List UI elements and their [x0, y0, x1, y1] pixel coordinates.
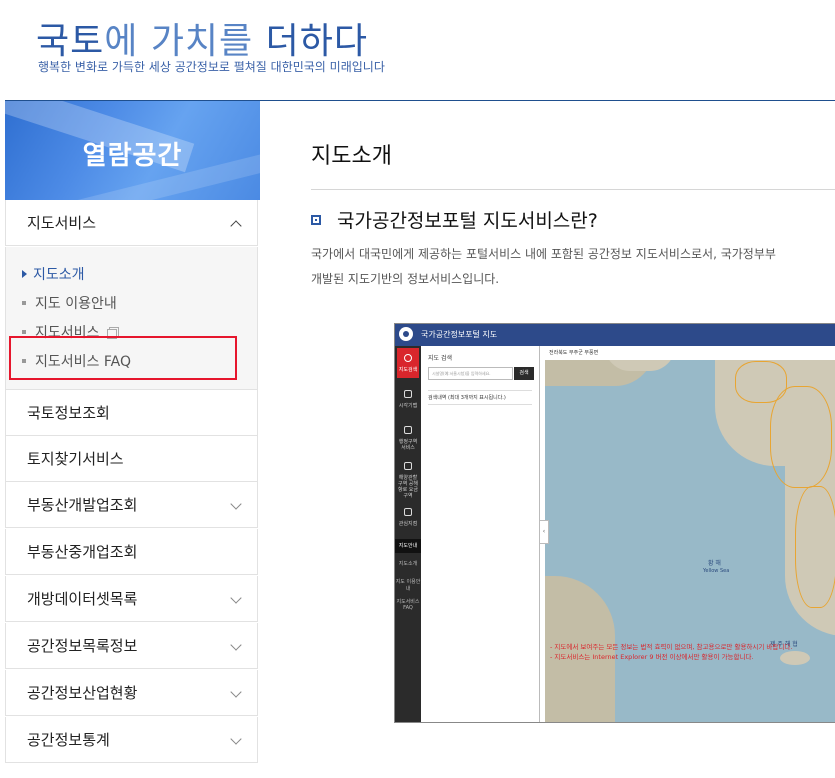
rail-link: 지도소개	[398, 561, 418, 567]
sidebar-item-label: 국토정보조회	[27, 404, 110, 422]
screenshot-search-button: 검색	[514, 367, 534, 380]
rail-label: 시각기맵	[398, 403, 418, 409]
sidebar-title: 열람공간	[82, 141, 183, 171]
sidebar-item-map-service[interactable]: 지도서비스	[5, 200, 258, 246]
rail-link: 지도안내	[395, 539, 421, 553]
screenshot-search-panel: 지도 검색 시설명(예:서울시청)을 입력하세요. 검색 검색내역 (최대 3개…	[421, 346, 540, 722]
rail-button: 해양관할구역 공해항로 요금구역	[397, 456, 419, 499]
rail-link: 지도서비스 FAQ	[396, 599, 420, 611]
paragraph-line: 국가에서 대국민에게 제공하는 포털서비스 내에 포함된 공간정보 지도서비스로…	[311, 247, 776, 261]
slogan-subline: 행복한 변화로 가득한 세상 공간정보로 펼쳐질 대한민국의 미래입니다	[38, 60, 385, 74]
slogan-part2: 에 가치를	[104, 21, 266, 62]
sidebar: 열람공간 지도서비스 지도소개 지도 이용안내 지도서비스 지도서비스 FAQ …	[5, 101, 260, 778]
sea-label-en: Yellow Sea	[703, 568, 730, 574]
submenu-item-map-intro[interactable]: 지도소개	[22, 264, 85, 284]
rail-label: 지도검색	[398, 367, 418, 373]
plane-icon	[404, 462, 412, 470]
screenshot-rail: 지도검색 시각기맵 행정구역서비스 해양관할구역 공해항로 요금구역 관심지점 …	[395, 346, 421, 722]
chevron-down-icon	[231, 688, 241, 698]
slogan-part3: 더하다	[265, 21, 368, 62]
sidebar-item-open-datasets[interactable]: 개방데이터셋목록	[5, 576, 258, 622]
site-slogan: 국토에 가치를 더하다	[36, 12, 368, 64]
page-title: 지도소개	[311, 144, 392, 169]
sidebar-item-land-search[interactable]: 토지찾기서비스	[5, 436, 258, 482]
sidebar-item-spatial-industry[interactable]: 공간정보산업현황	[5, 670, 258, 716]
notice-line: - 지도에서 보여주는 모든 정보는 법적 효력이 없으며, 참고용으로만 활용…	[550, 643, 793, 651]
map-view: 황 해 Yellow Sea 제 주 해 협	[545, 346, 835, 722]
submenu-item-map-guide[interactable]: 지도 이용안내	[22, 293, 117, 313]
rail-button: 관심지점	[397, 502, 419, 532]
chevron-left-icon: ‹	[539, 520, 549, 544]
active-arrow-icon	[22, 270, 27, 278]
map-region-select: 전라북도 무주군 무풍면	[545, 346, 835, 360]
search-result-label: 검색내역 (최대 3개까지 표시됩니다.)	[428, 390, 532, 405]
sidebar-item-label: 공간정보통계	[27, 731, 110, 749]
sidebar-item-label: 개방데이터셋목록	[27, 590, 138, 608]
rail-label: 해양관할구역 공해항로 요금구역	[398, 475, 418, 499]
sidebar-item-label: 공간정보목록정보	[27, 637, 138, 655]
sidebar-item-label: 부동산개발업조회	[27, 496, 138, 514]
rail-button: 행정구역서비스	[397, 420, 419, 451]
sidebar-item-label: 지도서비스	[27, 214, 97, 232]
submenu-label: 지도소개	[33, 267, 85, 283]
sidebar-item-real-estate-broker[interactable]: 부동산중개업조회	[5, 529, 258, 575]
rail-link: 지도 이용안내	[395, 579, 421, 592]
rail-label: 관심지점	[398, 521, 418, 527]
screenshot-header: 국가공간정보포털 지도	[395, 324, 835, 346]
bullet-icon	[22, 301, 26, 305]
map-road	[735, 361, 787, 403]
highlight-box	[9, 336, 237, 380]
title-divider	[311, 189, 835, 190]
sidebar-item-label: 토지찾기서비스	[27, 450, 124, 468]
screenshot-title: 국가공간정보포털 지도	[421, 330, 498, 339]
sidebar-header: 열람공간	[5, 101, 260, 200]
chevron-down-icon	[231, 735, 241, 745]
slogan-part1: 국토	[36, 21, 105, 62]
search-icon	[404, 354, 412, 362]
chevron-down-icon	[231, 641, 241, 651]
chevron-down-icon	[231, 500, 241, 510]
sidebar-item-spatial-catalog[interactable]: 공간정보목록정보	[5, 623, 258, 669]
chevron-down-icon	[231, 594, 241, 604]
section-heading: 국가공간정보포털 지도서비스란?	[311, 206, 598, 233]
section-title: 국가공간정보포털 지도서비스란?	[337, 210, 598, 232]
sidebar-item-land-info[interactable]: 국토정보조회	[5, 390, 258, 436]
intro-paragraph: 국가에서 대국민에게 제공하는 포털서비스 내에 포함된 공간정보 지도서비스로…	[311, 242, 835, 292]
sidebar-item-label: 공간정보산업현황	[27, 684, 138, 702]
rail-search-button: 지도검색	[397, 348, 419, 378]
logo-icon	[399, 327, 413, 341]
chart-icon	[404, 390, 412, 398]
map-service-screenshot: 국가공간정보포털 지도 지도검색 시각기맵 행정구역서비스 해양관할구역 공해항…	[394, 323, 835, 723]
sidebar-item-label: 부동산중개업조회	[27, 543, 138, 561]
submenu-label: 지도 이용안내	[35, 296, 117, 312]
pin-icon	[404, 508, 412, 516]
sidebar-item-real-estate-dev[interactable]: 부동산개발업조회	[5, 482, 258, 528]
map-notice: - 지도에서 보여주는 모든 정보는 법적 효력이 없으며, 참고용으로만 활용…	[550, 642, 835, 662]
panel-label: 지도 검색	[428, 355, 452, 362]
map-road	[795, 486, 835, 608]
site-banner: 국토에 가치를 더하다 행복한 변화로 가득한 세상 공간정보로 펼쳐질 대한민…	[0, 0, 835, 100]
sidebar-item-spatial-stats[interactable]: 공간정보통계	[5, 717, 258, 763]
square-bullet-icon	[311, 214, 321, 225]
chevron-up-icon	[231, 218, 241, 228]
bullet-icon	[22, 330, 26, 334]
rail-label: 행정구역서비스	[398, 439, 418, 451]
map-road	[770, 386, 832, 488]
screenshot-search-input: 시설명(예:서울시청)을 입력하세요.	[428, 367, 513, 380]
paragraph-line: 개발된 지도기반의 정보서비스입니다.	[311, 272, 500, 286]
notice-line: - 지도서비스는 Internet Explorer 9 버전 이상에서만 활용…	[550, 653, 754, 661]
sea-label: 황 해	[708, 560, 721, 567]
folder-icon	[404, 426, 412, 434]
rail-button: 시각기맵	[397, 384, 419, 414]
